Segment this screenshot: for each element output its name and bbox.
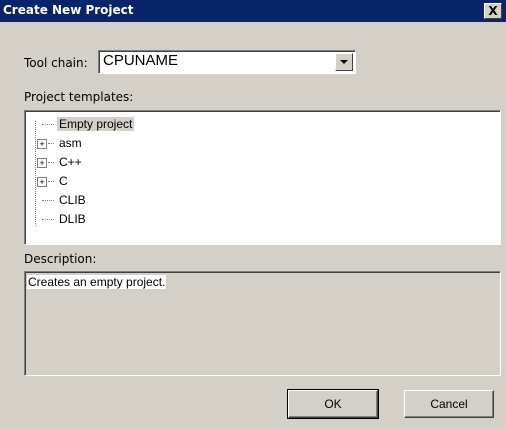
tree-item-cpp[interactable]: + C++ xyxy=(31,153,231,172)
toolchain-label: Tool chain: xyxy=(24,56,88,70)
description-box: Creates an empty project. xyxy=(24,271,501,376)
tree-branch-line xyxy=(42,200,54,201)
close-icon: X xyxy=(488,4,498,18)
description-text: Creates an empty project. xyxy=(27,275,167,289)
expand-icon[interactable]: + xyxy=(37,158,47,168)
description-label: Description: xyxy=(24,252,97,266)
tree-item-empty-project[interactable]: Empty project xyxy=(31,115,231,134)
tree-item-label: CLIB xyxy=(59,193,86,207)
cancel-button[interactable]: Cancel xyxy=(404,390,494,418)
tree-item-dlib[interactable]: DLIB xyxy=(31,210,231,229)
tree-branch-line xyxy=(42,219,54,220)
tree-branch-line xyxy=(48,181,54,182)
toolchain-select[interactable]: CPUNAME xyxy=(98,50,356,74)
template-tree[interactable]: Empty project + asm + C++ + C CLIB DLIB xyxy=(24,110,501,245)
tree-item-label: Empty project xyxy=(57,117,135,131)
title-bar: Create New Project X xyxy=(0,0,506,22)
ok-button[interactable]: OK xyxy=(287,389,379,419)
tree-item-label: C xyxy=(59,174,68,188)
tree-item-asm[interactable]: + asm xyxy=(31,134,231,153)
toolchain-value: CPUNAME xyxy=(103,52,179,69)
tree-item-c[interactable]: + C xyxy=(31,172,231,191)
expand-icon[interactable]: + xyxy=(37,177,47,187)
tree-branch-line xyxy=(48,162,54,163)
expand-icon[interactable]: + xyxy=(37,139,47,149)
window-title: Create New Project xyxy=(3,3,134,17)
tree-item-label: DLIB xyxy=(59,212,86,226)
tree-item-clib[interactable]: CLIB xyxy=(31,191,231,210)
chevron-down-icon xyxy=(340,60,348,64)
tree-branch-line xyxy=(42,124,54,125)
templates-label: Project templates: xyxy=(24,90,134,104)
tree-item-label: asm xyxy=(59,136,82,150)
tree-branch-line xyxy=(48,143,54,144)
close-button[interactable]: X xyxy=(484,3,502,19)
dropdown-button[interactable] xyxy=(335,53,353,71)
tree-item-label: C++ xyxy=(59,155,82,169)
